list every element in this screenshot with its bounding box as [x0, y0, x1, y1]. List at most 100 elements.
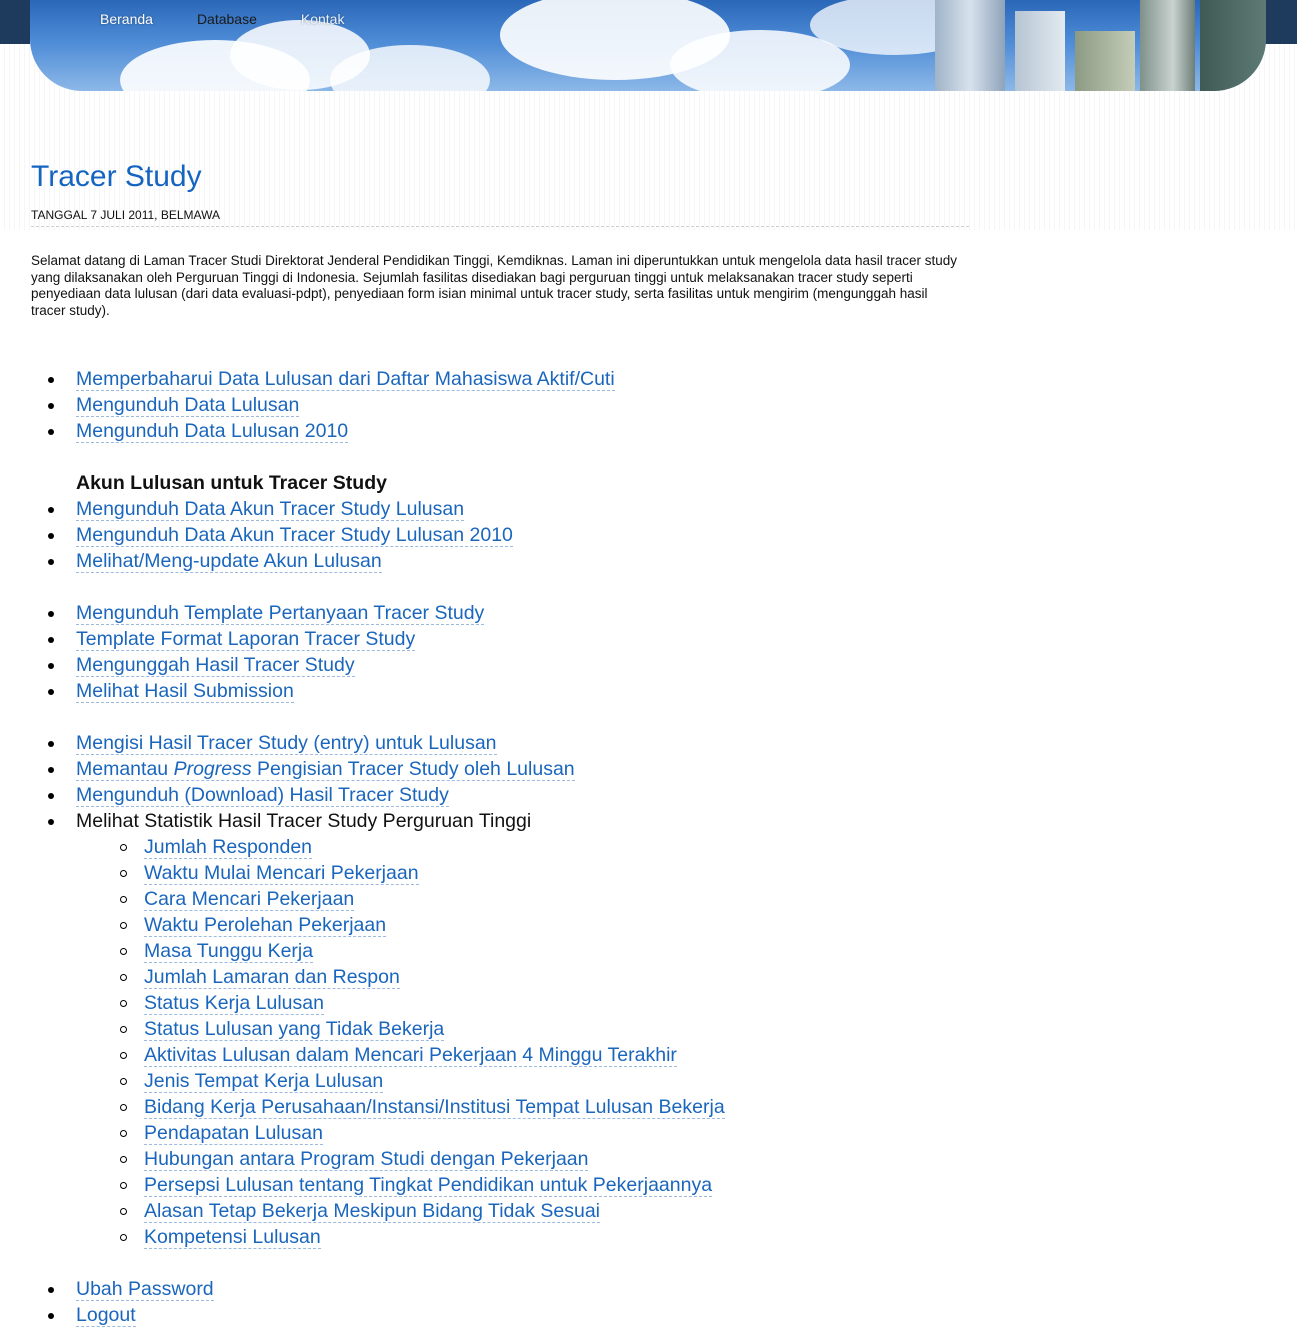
top-nav: Beranda Database Kontak — [100, 11, 388, 27]
circle-bullet-icon — [120, 1130, 127, 1137]
menu-group-akun-lulusan: Mengunduh Data Akun Tracer Study Lulusan… — [31, 496, 971, 574]
main-content: Tracer Study TANGGAL 7 JULI 2011, BELMAW… — [31, 157, 971, 1328]
circle-bullet-icon — [120, 1052, 127, 1059]
link-statistik-item[interactable]: Jenis Tempat Kerja Lulusan — [144, 1070, 384, 1093]
nav-kontak[interactable]: Kontak — [301, 11, 345, 27]
nav-database[interactable]: Database — [197, 11, 257, 27]
list-item: Waktu Mulai Mencari Pekerjaan — [31, 860, 971, 886]
list-item: Mengunduh (Download) Hasil Tracer Study — [31, 782, 971, 808]
list-item: Kompetensi Lulusan — [31, 1224, 971, 1250]
list-item: Aktivitas Lulusan dalam Mencari Pekerjaa… — [31, 1042, 971, 1068]
bullet-icon — [48, 689, 54, 695]
bullet-icon — [48, 637, 54, 643]
link-statistik-item[interactable]: Waktu Mulai Mencari Pekerjaan — [144, 862, 419, 885]
building-shape — [1015, 11, 1065, 91]
list-item: Mengunduh Data Lulusan 2010 — [31, 418, 971, 444]
link-mengunduh-data-lulusan[interactable]: Mengunduh Data Lulusan — [76, 394, 300, 417]
bullet-icon — [48, 663, 54, 669]
link-mengunduh-data-lulusan-2010[interactable]: Mengunduh Data Lulusan 2010 — [76, 420, 349, 443]
list-item: Mengunduh Template Pertanyaan Tracer Stu… — [31, 600, 971, 626]
list-item: Memperbaharui Data Lulusan dari Daftar M… — [31, 366, 971, 392]
link-text: Pengisian Tracer Study oleh Lulusan — [251, 758, 575, 780]
intro-paragraph: Selamat datang di Laman Tracer Studi Dir… — [31, 253, 958, 318]
building-shape — [1140, 0, 1195, 91]
link-memantau-progress[interactable]: Memantau Progress Pengisian Tracer Study… — [76, 758, 575, 781]
list-item: Jenis Tempat Kerja Lulusan — [31, 1068, 971, 1094]
header-edge-left — [0, 0, 30, 44]
circle-bullet-icon — [120, 1182, 127, 1189]
list-item: Mengunggah Hasil Tracer Study — [31, 652, 971, 678]
list-item: Hubungan antara Program Studi dengan Pek… — [31, 1146, 971, 1172]
bullet-icon — [48, 533, 54, 539]
link-logout[interactable]: Logout — [76, 1304, 136, 1327]
section-heading-akun-lulusan: Akun Lulusan untuk Tracer Study — [76, 472, 387, 494]
bullet-icon — [48, 767, 54, 773]
list-item: Melihat Hasil Submission — [31, 678, 971, 704]
list-item: Waktu Perolehan Pekerjaan — [31, 912, 971, 938]
list-item: Status Kerja Lulusan — [31, 990, 971, 1016]
circle-bullet-icon — [120, 1234, 127, 1241]
link-statistik-item[interactable]: Status Lulusan yang Tidak Bekerja — [144, 1018, 445, 1041]
statistik-label: Melihat Statistik Hasil Tracer Study Per… — [76, 810, 532, 832]
list-item: Mengunduh Data Akun Tracer Study Lulusan… — [31, 522, 971, 548]
menu-group-data-lulusan: Memperbaharui Data Lulusan dari Daftar M… — [31, 366, 971, 444]
circle-bullet-icon — [120, 1000, 127, 1007]
list-item: Masa Tunggu Kerja — [31, 938, 971, 964]
building-shape — [1200, 0, 1266, 91]
list-item: Jumlah Lamaran dan Respon — [31, 964, 971, 990]
link-template-laporan[interactable]: Template Format Laporan Tracer Study — [76, 628, 416, 651]
bullet-icon — [48, 1313, 54, 1319]
circle-bullet-icon — [120, 974, 127, 981]
bullet-icon — [48, 819, 54, 825]
bullet-icon — [48, 377, 54, 383]
circle-bullet-icon — [120, 1104, 127, 1111]
circle-bullet-icon — [120, 1026, 127, 1033]
link-text-emphasis: Progress — [173, 758, 252, 780]
bullet-icon — [48, 611, 54, 617]
link-memperbaharui-data-lulusan[interactable]: Memperbaharui Data Lulusan dari Daftar M… — [76, 368, 615, 391]
link-statistik-item[interactable]: Jumlah Responden — [144, 836, 313, 859]
link-update-akun-lulusan[interactable]: Melihat/Meng-update Akun Lulusan — [76, 550, 382, 573]
link-statistik-item[interactable]: Pendapatan Lulusan — [144, 1122, 323, 1145]
link-unduh-akun-lulusan[interactable]: Mengunduh Data Akun Tracer Study Lulusan — [76, 498, 465, 521]
bullet-icon — [48, 559, 54, 565]
page-title: Tracer Study — [31, 160, 202, 193]
link-statistik-item[interactable]: Kompetensi Lulusan — [144, 1226, 321, 1249]
link-statistik-item[interactable]: Bidang Kerja Perusahaan/Instansi/Institu… — [144, 1096, 725, 1119]
link-statistik-item[interactable]: Jumlah Lamaran dan Respon — [144, 966, 400, 989]
link-statistik-item[interactable]: Masa Tunggu Kerja — [144, 940, 314, 963]
statistik-submenu: Jumlah Responden Waktu Mulai Mencari Peke… — [31, 834, 971, 1250]
link-statistik-item[interactable]: Alasan Tetap Bekerja Meskipun Bidang Tid… — [144, 1200, 601, 1223]
menu-group-hasil: Mengisi Hasil Tracer Study (entry) untuk… — [31, 730, 971, 834]
list-item: Mengunduh Data Lulusan — [31, 392, 971, 418]
bullet-icon — [48, 507, 54, 513]
link-ubah-password[interactable]: Ubah Password — [76, 1278, 214, 1301]
bullet-icon — [48, 741, 54, 747]
link-statistik-item[interactable]: Hubungan antara Program Studi dengan Pek… — [144, 1148, 589, 1171]
link-text: Memantau — [76, 758, 174, 780]
link-template-pertanyaan[interactable]: Mengunduh Template Pertanyaan Tracer Stu… — [76, 602, 485, 625]
link-statistik-item[interactable]: Persepsi Lulusan tentang Tingkat Pendidi… — [144, 1174, 713, 1197]
link-unduh-akun-lulusan-2010[interactable]: Mengunduh Data Akun Tracer Study Lulusan… — [76, 524, 513, 547]
list-item: Persepsi Lulusan tentang Tingkat Pendidi… — [31, 1172, 971, 1198]
list-item: Memantau Progress Pengisian Tracer Study… — [31, 756, 971, 782]
list-item: Pendapatan Lulusan — [31, 1120, 971, 1146]
bullet-icon — [48, 429, 54, 435]
circle-bullet-icon — [120, 896, 127, 903]
bullet-icon — [48, 793, 54, 799]
link-unduh-hasil[interactable]: Mengunduh (Download) Hasil Tracer Study — [76, 784, 449, 807]
link-statistik-item[interactable]: Aktivitas Lulusan dalam Mencari Pekerjaa… — [144, 1044, 677, 1067]
link-statistik-item[interactable]: Status Kerja Lulusan — [144, 992, 324, 1015]
list-item: Jumlah Responden — [31, 834, 971, 860]
circle-bullet-icon — [120, 1156, 127, 1163]
bullet-icon — [48, 403, 54, 409]
building-shape — [935, 0, 1005, 91]
link-mengisi-hasil[interactable]: Mengisi Hasil Tracer Study (entry) untuk… — [76, 732, 497, 755]
link-unggah-hasil[interactable]: Mengunggah Hasil Tracer Study — [76, 654, 355, 677]
nav-beranda[interactable]: Beranda — [100, 11, 153, 27]
list-item: Ubah Password — [31, 1276, 971, 1302]
circle-bullet-icon — [120, 1078, 127, 1085]
link-statistik-item[interactable]: Waktu Perolehan Pekerjaan — [144, 914, 387, 937]
link-hasil-submission[interactable]: Melihat Hasil Submission — [76, 680, 294, 703]
link-statistik-item[interactable]: Cara Mencari Pekerjaan — [144, 888, 355, 911]
